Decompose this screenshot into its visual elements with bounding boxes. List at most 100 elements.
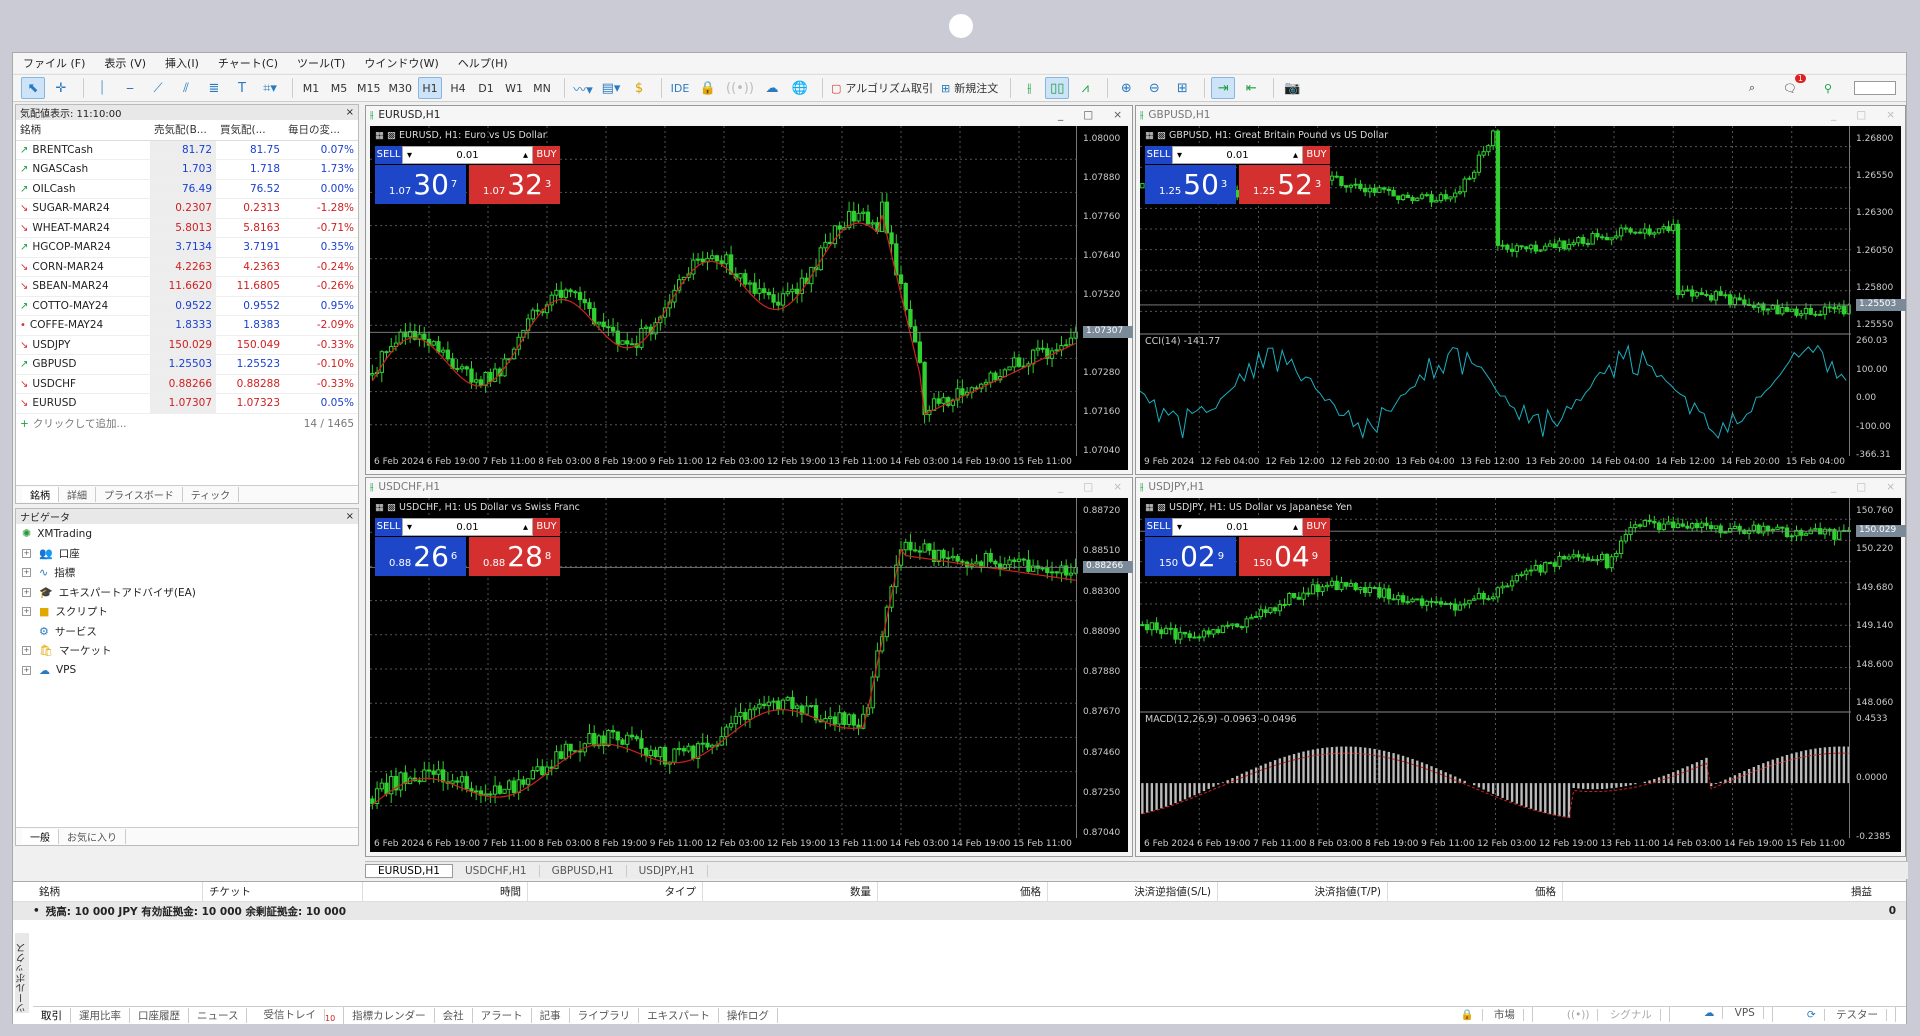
market-watch-row[interactable]: ↗ HGCOP-MAR24 3.7134 3.7191 0.35%	[16, 237, 358, 258]
timeframe-m1[interactable]: M1	[299, 77, 323, 99]
lot-size-input[interactable]: ▾ 0.01 ▴	[402, 146, 533, 164]
nav-experts[interactable]: + 🎓 エキスパートアドバイザ(EA)	[16, 583, 358, 603]
chart-tab-usdjpy[interactable]: USDJPY,H1	[627, 864, 708, 877]
sell-price[interactable]: 1.2550 3	[1145, 165, 1236, 204]
algo-trading-button[interactable]: ▢ アルゴリズム取引	[829, 77, 935, 99]
close-icon[interactable]: ×	[1113, 481, 1122, 493]
market-watch-row[interactable]: ↗ OILCash 76.49 76.52 0.00%	[16, 179, 358, 199]
menu-window[interactable]: ウインドウ(W)	[364, 55, 438, 71]
tab-exposure[interactable]: 運用比率	[71, 1008, 130, 1023]
chevron-up-icon[interactable]: ▴	[1293, 519, 1298, 537]
chart-tab-gbpusd[interactable]: GBPUSD,H1	[540, 864, 627, 877]
shapes-icon[interactable]: ⌗▾	[258, 77, 282, 99]
nav-services[interactable]: ⚙ サービス	[16, 622, 358, 642]
buy-button[interactable]: BUY	[533, 146, 560, 164]
crosshair-icon[interactable]: ✛	[49, 77, 73, 99]
sell-button[interactable]: SELL	[1145, 518, 1172, 536]
account-icon[interactable]: ⚲	[1816, 77, 1840, 99]
cloud-icon[interactable]: ☁	[760, 77, 784, 99]
sell-button[interactable]: SELL	[1145, 146, 1172, 164]
tab-library[interactable]: ライブラリ	[570, 1008, 640, 1023]
close-icon[interactable]: ×	[1886, 481, 1895, 493]
tab-experts[interactable]: エキスパート	[639, 1008, 719, 1023]
chevron-down-icon[interactable]: ▾	[407, 519, 412, 537]
chevron-down-icon[interactable]: ▾	[407, 147, 412, 165]
market-watch-row[interactable]: ↗ NGASCash 1.703 1.718 1.73%	[16, 159, 358, 180]
nav-indicators[interactable]: + ∿ 指標	[16, 563, 358, 583]
indicators-icon[interactable]: 〰▾	[571, 77, 595, 99]
price-axis[interactable]: 0.88720 0.88510 0.88300 0.88090 0.87880 0.876…	[1076, 498, 1133, 838]
tab-news[interactable]: ニュース	[189, 1008, 248, 1023]
chart-window[interactable]: ⫲ GBPUSD,H1 _ □ × ▦ ▨ GBPUSD, H1: Great Br…	[1135, 105, 1906, 475]
col-price[interactable]: 価格	[878, 882, 1048, 901]
timeframe-m5[interactable]: M5	[327, 77, 351, 99]
col-volume[interactable]: 数量	[703, 882, 878, 901]
search-icon[interactable]: ⌕	[1740, 77, 1764, 99]
add-symbol-row[interactable]: + クリックして追加... 14 / 1465	[16, 414, 358, 434]
buy-button[interactable]: BUY	[533, 518, 560, 536]
sell-price[interactable]: 0.8826 6	[375, 537, 466, 576]
minimize-icon[interactable]: _	[1831, 109, 1836, 121]
tab-mailbox[interactable]: 受信トレイ 10	[247, 1007, 345, 1024]
timeframe-m30[interactable]: M30	[387, 77, 415, 99]
time-axis[interactable]: 6 Feb 2024 6 Feb 19:00 7 Feb 11:00 8 Feb 03…	[370, 456, 1076, 470]
sell-button[interactable]: SELL	[375, 146, 402, 164]
buy-button[interactable]: BUY	[1303, 146, 1330, 164]
tab-general[interactable]: 一般	[22, 829, 59, 844]
lot-size-input[interactable]: ▾ 0.01 ▴	[402, 518, 533, 536]
timeframe-mn[interactable]: MN	[530, 77, 554, 99]
market-watch-row[interactable]: ↘ SBEAN-MAR24 11.6620 11.6805 -0.26%	[16, 276, 358, 297]
chart-window[interactable]: ⫲ USDJPY,H1 _ □ × ▦ ▨ USDJPY, H1: US Dolla…	[1135, 477, 1906, 857]
time-axis[interactable]: 6 Feb 2024 6 Feb 19:00 7 Feb 11:00 8 Feb 03…	[370, 838, 1076, 852]
tile-windows-icon[interactable]: ⊞	[1170, 77, 1194, 99]
col-price2[interactable]: 価格	[1388, 882, 1563, 901]
minimize-icon[interactable]: _	[1058, 481, 1063, 493]
candlestick-icon[interactable]: ▯▯	[1045, 77, 1070, 99]
globe-icon[interactable]: 🌐	[788, 77, 812, 99]
minimize-icon[interactable]: _	[1058, 109, 1063, 121]
zoom-out-icon[interactable]: ⊖	[1142, 77, 1166, 99]
fibonacci-icon[interactable]: ≣	[202, 77, 226, 99]
chart-tab-usdchf[interactable]: USDCHF,H1	[453, 864, 540, 877]
market-watch-row[interactable]: ↗ BRENTCash 81.72 81.75 0.07%	[16, 140, 358, 160]
market-watch-row[interactable]: ↘ USDJPY 150.029 150.049 -0.33%	[16, 335, 358, 355]
autoscroll-icon[interactable]: ⇥	[1211, 77, 1236, 99]
tab-alerts[interactable]: アラート	[473, 1008, 532, 1023]
timeframe-h4[interactable]: H4	[446, 77, 470, 99]
col-change[interactable]: 毎日の変...	[284, 120, 358, 141]
maximize-icon[interactable]: □	[1083, 481, 1093, 493]
market-watch-row[interactable]: ↗ COTTO-MAY24 0.9522 0.9552 0.95%	[16, 296, 358, 316]
chevron-up-icon[interactable]: ▴	[1293, 147, 1298, 165]
market-watch-row[interactable]: ↘ USDCHF 0.88266 0.88288 -0.33%	[16, 374, 358, 394]
col-time[interactable]: 時間	[363, 882, 528, 901]
buy-price[interactable]: 15004 9	[1239, 537, 1330, 576]
market-watch-row[interactable]: ↘ EURUSD 1.07307 1.07323 0.05%	[16, 393, 358, 414]
ide-button[interactable]: IDE	[668, 77, 692, 99]
menu-view[interactable]: 表示 (V)	[104, 55, 146, 71]
tab-history[interactable]: 口座履歴	[130, 1008, 189, 1023]
close-icon[interactable]: ×	[1113, 109, 1122, 121]
market-watch-row[interactable]: ↗ GBPUSD 1.25503 1.25523 -0.10%	[16, 354, 358, 375]
maximize-icon[interactable]: □	[1856, 481, 1866, 493]
tab-calendar[interactable]: 指標カレンダー	[344, 1008, 435, 1023]
nav-accounts[interactable]: + 👥 口座	[16, 544, 358, 564]
time-axis[interactable]: 9 Feb 2024 12 Feb 04:00 12 Feb 12:00 12 Feb…	[1140, 456, 1849, 470]
status-signals[interactable]: ((•)) シグナル	[1551, 1007, 1670, 1022]
timeframe-m15[interactable]: M15	[355, 77, 383, 99]
notification-bell-icon[interactable]: 🗨 1	[1778, 74, 1806, 99]
chart-canvas[interactable]: ▦ ▨ USDCHF, H1: US Dollar vs Swiss Franc…	[370, 498, 1133, 852]
tab-details[interactable]: 詳細	[59, 487, 96, 502]
col-symbol[interactable]: 銘柄	[16, 120, 150, 141]
nav-vps[interactable]: + ☁ VPS	[16, 661, 358, 681]
trendline-icon[interactable]: ⟋	[146, 77, 170, 99]
timeframe-h1[interactable]: H1	[418, 77, 442, 99]
chart-canvas[interactable]: ▦ ▨ EURUSD, H1: Euro vs US Dollar SELL ▾…	[370, 126, 1133, 470]
tab-company[interactable]: 会社	[435, 1008, 473, 1023]
menu-tools[interactable]: ツール(T)	[297, 55, 345, 71]
col-sl[interactable]: 決済逆指値(S/L)	[1048, 882, 1218, 901]
col-symbol[interactable]: 銘柄	[33, 882, 203, 901]
tab-ticks[interactable]: ティック	[183, 487, 240, 502]
menu-help[interactable]: ヘルプ(H)	[458, 55, 508, 71]
templates-icon[interactable]: ▤▾	[599, 77, 623, 99]
price-axis[interactable]: 150.760 150.220 149.680 149.140 148.600 148.0…	[1849, 498, 1906, 842]
